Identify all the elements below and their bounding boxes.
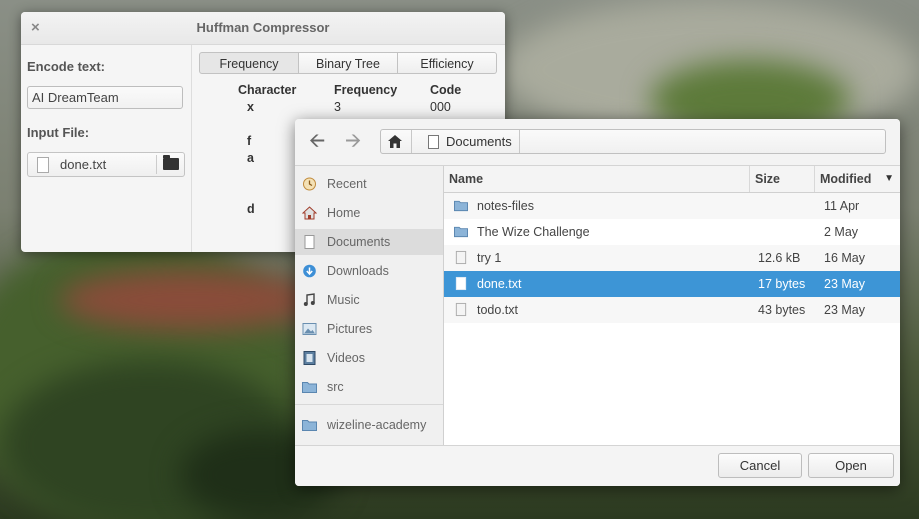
file-modified: 11 Apr <box>824 199 860 213</box>
breadcrumb: Documents <box>380 129 886 154</box>
sidebar-item-downloads[interactable]: Downloads <box>295 258 443 284</box>
sidebar-item-home[interactable]: Home <box>295 200 443 226</box>
sidebar-item-label: src <box>327 380 344 394</box>
breadcrumb-label: Documents <box>446 134 512 149</box>
sidebar-item-recent[interactable]: Recent <box>295 171 443 197</box>
breadcrumb-documents[interactable]: Documents <box>419 130 520 153</box>
sort-down-icon: ▼ <box>884 173 894 184</box>
file-chooser-name: done.txt <box>60 157 107 172</box>
folder-open-icon[interactable] <box>163 155 179 170</box>
document-icon <box>428 135 439 149</box>
home-icon <box>388 135 402 148</box>
folder-icon <box>454 200 468 212</box>
file-name: The Wize Challenge <box>477 225 590 239</box>
close-icon[interactable]: × <box>31 12 40 44</box>
window-title: Huffman Compressor <box>196 20 330 35</box>
encode-text-input[interactable]: AI DreamTeam <box>27 86 183 109</box>
file-modified: 23 May <box>824 277 865 291</box>
cell-char: f <box>247 134 252 148</box>
open-button[interactable]: Open <box>808 453 894 478</box>
file-icon <box>455 250 467 265</box>
folder-icon <box>302 382 317 393</box>
file-chooser-button[interactable]: done.txt <box>27 152 185 177</box>
header-code: Code <box>430 83 462 97</box>
file-row[interactable]: todo.txt 43 bytes 23 May <box>444 297 900 323</box>
file-icon <box>37 157 49 173</box>
forward-arrow-icon[interactable]: 🡪 <box>345 131 361 151</box>
videos-icon <box>303 351 316 365</box>
file-icon <box>455 276 467 291</box>
cell-code: 000 <box>430 100 451 114</box>
sidebar-item-label: Recent <box>327 177 367 191</box>
window-titlebar: × Huffman Compressor <box>21 12 505 45</box>
input-file-label: Input File: <box>27 125 90 140</box>
file-icon <box>455 302 467 317</box>
file-name: notes-files <box>477 199 534 213</box>
file-modified: 16 May <box>824 251 865 265</box>
sidebar-item-videos[interactable]: Videos <box>295 345 443 371</box>
file-list: Name Size Modified ▼ notes-files 11 Apr … <box>444 166 900 446</box>
file-size: 17 bytes <box>758 277 806 291</box>
file-size: 12.6 kB <box>758 251 801 265</box>
encode-pane: Encode text: AI DreamTeam Input File: do… <box>21 45 192 252</box>
sidebar-item-music[interactable]: Music <box>295 287 443 313</box>
recent-icon <box>303 177 316 191</box>
pictures-icon <box>302 323 317 335</box>
dialog-toolbar: 🡨 🡪 Documents <box>295 119 900 166</box>
cancel-button[interactable]: Cancel <box>718 453 802 478</box>
header-character: Character <box>238 83 297 97</box>
home-icon <box>302 206 317 220</box>
sidebar-item-label: Home <box>327 206 361 220</box>
cell-char: d <box>247 202 255 216</box>
folder-icon <box>302 420 317 431</box>
cell-frequency: 3 <box>334 100 341 114</box>
dialog-actions: Cancel Open <box>295 445 900 486</box>
sidebar-item-label: Documents <box>327 235 391 249</box>
file-row-selected[interactable]: done.txt 17 bytes 23 May <box>444 271 900 297</box>
breadcrumb-home[interactable] <box>381 130 412 153</box>
file-chooser-dialog: 🡨 🡪 Documents Recent Home Documents Down… <box>295 119 900 486</box>
tab-binary-tree[interactable]: Binary Tree <box>299 52 398 74</box>
file-row[interactable]: try 1 12.6 kB 16 May <box>444 245 900 271</box>
divider <box>156 155 157 174</box>
file-name: try 1 <box>477 251 502 265</box>
cell-char: x <box>247 100 254 114</box>
folder-icon <box>454 226 468 238</box>
back-arrow-icon[interactable]: 🡨 <box>309 131 325 151</box>
column-size[interactable]: Size <box>750 166 815 192</box>
document-icon <box>304 235 315 249</box>
column-name[interactable]: Name <box>444 166 750 192</box>
file-row[interactable]: The Wize Challenge 2 May <box>444 219 900 245</box>
sidebar-item-label: Pictures <box>327 322 373 336</box>
tab-efficiency[interactable]: Efficiency <box>398 52 497 74</box>
file-row[interactable]: notes-files 11 Apr <box>444 193 900 219</box>
column-modified[interactable]: Modified ▼ <box>815 166 900 192</box>
music-icon <box>303 293 315 306</box>
tab-frequency[interactable]: Frequency <box>199 52 299 74</box>
sidebar-item-label: Videos <box>327 351 365 365</box>
places-sidebar: Recent Home Documents Downloads Music Pi… <box>295 166 444 446</box>
sidebar-item-src[interactable]: src <box>295 374 443 400</box>
encode-text-label: Encode text: <box>27 59 106 74</box>
sidebar-item-wizeline-academy[interactable]: wizeline-academy <box>295 412 443 438</box>
sidebar-item-label: wizeline-academy <box>327 418 427 432</box>
file-size: 43 bytes <box>758 303 806 317</box>
file-modified: 2 May <box>824 225 859 239</box>
column-modified-label: Modified <box>820 172 872 186</box>
sidebar-item-label: Downloads <box>327 264 389 278</box>
header-frequency: Frequency <box>334 83 398 97</box>
file-name: todo.txt <box>477 303 518 317</box>
file-list-header: Name Size Modified ▼ <box>444 166 900 193</box>
sidebar-item-label: Music <box>327 293 360 307</box>
cell-char: a <box>247 151 254 165</box>
sidebar-item-documents[interactable]: Documents <box>295 229 443 255</box>
sidebar-divider <box>295 404 443 405</box>
file-modified: 23 May <box>824 303 865 317</box>
sidebar-item-pictures[interactable]: Pictures <box>295 316 443 342</box>
file-name: done.txt <box>477 277 522 291</box>
download-icon <box>303 264 316 278</box>
view-tabs: Frequency Binary Tree Efficiency <box>199 52 497 74</box>
